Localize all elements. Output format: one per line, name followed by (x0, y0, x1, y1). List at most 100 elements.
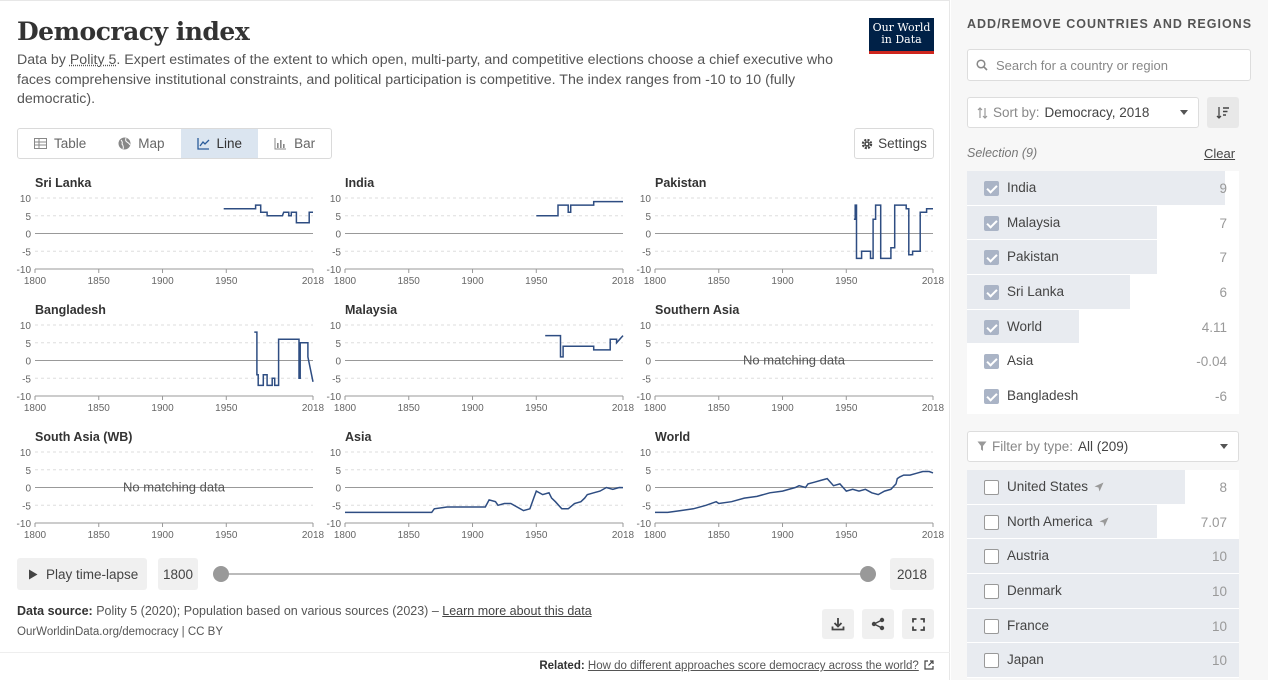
entity-checkbox[interactable] (984, 319, 999, 335)
chart-panel: Democracy index Data by Polity 5. Expert… (0, 0, 950, 680)
entity-checkbox[interactable] (984, 250, 999, 266)
x-tick-label: 1850 (708, 530, 731, 541)
entity-row[interactable]: India 9 (967, 171, 1239, 206)
x-tick-label: 1800 (24, 530, 47, 541)
entity-checkbox[interactable] (984, 549, 999, 565)
x-tick-label: 2018 (922, 530, 945, 541)
fullscreen-button[interactable] (902, 609, 934, 639)
entity-checkbox[interactable] (984, 389, 999, 405)
x-tick-label: 1900 (151, 530, 174, 541)
chart-title: World (655, 430, 690, 444)
share-button[interactable] (862, 609, 894, 639)
search-input[interactable]: Search for a country or region (967, 49, 1251, 81)
chart-title: Bangladesh (35, 303, 106, 317)
x-tick-label: 1850 (708, 276, 731, 287)
small-chart: World10 5 0 -5 -101800 1850 1900 1950 2018 (637, 430, 945, 541)
sort-direction-button[interactable] (1207, 97, 1239, 128)
x-tick-label: 1850 (708, 403, 731, 414)
chart-title: Malaysia (345, 303, 398, 317)
entity-row[interactable]: Asia -0.04 (967, 344, 1239, 380)
y-tick-label: 5 (25, 466, 31, 477)
location-arrow-icon (1094, 482, 1104, 492)
entity-checkbox[interactable] (984, 354, 999, 370)
end-year-box[interactable]: 2018 (890, 558, 934, 590)
y-tick-label: 10 (20, 448, 32, 459)
entity-checkbox[interactable] (984, 285, 999, 301)
y-tick-label: 10 (640, 321, 652, 332)
y-tick-label: 5 (645, 212, 651, 223)
download-button[interactable] (822, 609, 854, 639)
learn-more-link[interactable]: Learn more about this data (442, 604, 591, 618)
entity-row[interactable]: Denmark 10 (967, 574, 1239, 609)
entity-checkbox[interactable] (984, 215, 999, 231)
series-line (345, 486, 624, 514)
entity-row[interactable]: United States 8 (967, 470, 1239, 505)
entity-value: 10 (1211, 653, 1227, 669)
timeline-end-handle[interactable] (860, 566, 876, 582)
x-tick-label: 1900 (461, 530, 484, 541)
x-tick-label: 1900 (461, 276, 484, 287)
series-line (223, 204, 313, 224)
series-line (545, 334, 624, 358)
sort-descending-icon (1216, 107, 1229, 119)
play-timelapse-button[interactable]: Play time-lapse (17, 558, 147, 590)
timeline-start-handle[interactable] (213, 566, 229, 582)
x-tick-label: 1800 (24, 403, 47, 414)
y-tick-label: -10 (637, 519, 652, 530)
timeline-track[interactable] (220, 573, 868, 575)
y-tick-label: 10 (330, 194, 342, 205)
data-source: Data source: Polity 5 (2020); Population… (17, 604, 592, 618)
entity-checkbox[interactable] (984, 584, 999, 600)
entity-checkbox[interactable] (984, 618, 999, 634)
y-tick-label: -10 (327, 519, 342, 530)
clear-selection-button[interactable]: Clear (1204, 146, 1235, 161)
entity-checkbox[interactable] (984, 653, 999, 669)
entity-row[interactable]: France 10 (967, 608, 1239, 644)
x-tick-label: 1900 (151, 403, 174, 414)
entity-row[interactable]: Japan 10 (967, 643, 1239, 679)
chart-title: India (345, 176, 375, 190)
entity-value: 10 (1211, 618, 1227, 634)
entity-row[interactable]: North America 7.07 (967, 504, 1239, 540)
x-tick-label: 1850 (398, 276, 421, 287)
entity-row[interactable]: Malaysia 7 (967, 205, 1239, 241)
small-chart: South Asia (WB)10 5 0 -5 -101800 1850 1900 1950… (17, 430, 325, 541)
y-tick-label: -5 (22, 501, 31, 512)
filter-type-dropdown[interactable]: Filter by type: All (209) (967, 431, 1239, 462)
y-tick-label: -10 (327, 392, 342, 403)
entity-name: World (1007, 318, 1043, 334)
series-line (254, 331, 314, 387)
chart-title: Pakistan (655, 176, 706, 190)
y-tick-label: 10 (330, 321, 342, 332)
x-tick-label: 2018 (612, 530, 635, 541)
x-tick-label: 1850 (398, 530, 421, 541)
entity-name: Pakistan (1007, 249, 1059, 265)
entity-checkbox[interactable] (984, 514, 999, 530)
entity-row[interactable]: World 4.11 (967, 309, 1239, 345)
entity-checkbox[interactable] (984, 181, 999, 196)
x-tick-label: 1950 (525, 403, 548, 414)
x-tick-label: 1900 (771, 530, 794, 541)
entity-row[interactable]: Austria 10 (967, 539, 1239, 575)
small-chart: India10 5 0 -5 -101800 1850 1900 1950 2018 (327, 176, 635, 287)
entity-value: 7.07 (1200, 514, 1227, 530)
y-tick-label: -5 (22, 374, 31, 385)
entity-value: 9 (1219, 181, 1227, 196)
small-chart: Pakistan10 5 0 -5 -101800 1850 1900 1950 2018 (637, 176, 945, 287)
entity-row[interactable]: Pakistan 7 (967, 240, 1239, 276)
y-tick-label: 0 (335, 357, 341, 368)
entity-checkbox[interactable] (984, 480, 999, 495)
entity-list: United States 8 North America 7.07 Austria 10… (967, 470, 1239, 679)
entity-row[interactable]: Bangladesh -6 (967, 379, 1239, 414)
y-tick-label: -10 (17, 519, 32, 530)
x-tick-label: 1950 (835, 276, 858, 287)
start-year-box[interactable]: 1800 (158, 558, 198, 590)
x-tick-label: 2018 (612, 276, 635, 287)
sort-dropdown[interactable]: Sort by: Democracy, 2018 (967, 97, 1199, 128)
expand-icon (911, 617, 925, 631)
filter-label: Filter by type: (992, 439, 1074, 454)
filter-icon (977, 441, 987, 451)
related-link[interactable]: How do different approaches score democr… (588, 660, 919, 672)
entity-row[interactable]: Sri Lanka 6 (967, 275, 1239, 310)
x-tick-label: 1950 (835, 403, 858, 414)
